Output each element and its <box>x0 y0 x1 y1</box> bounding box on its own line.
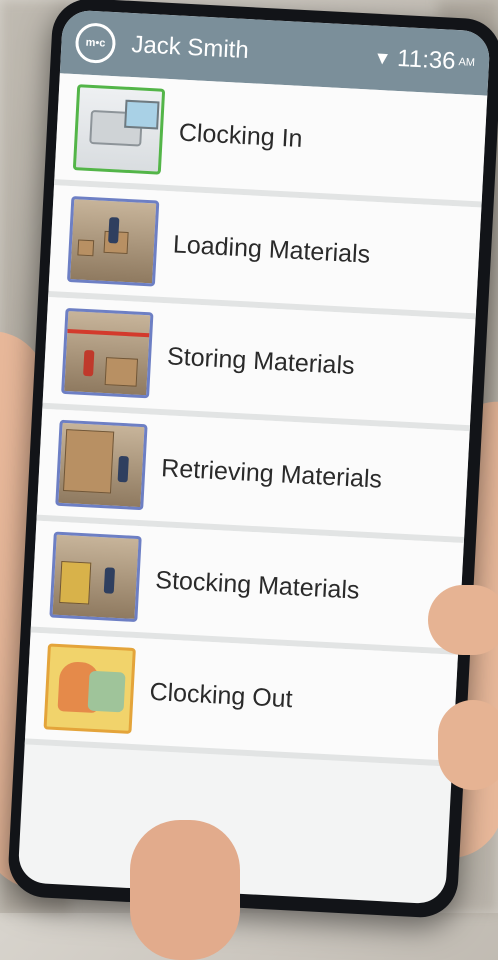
phone: m•c Jack Smith ▼ 11:36 AM Clocking In Lo… <box>6 0 498 920</box>
clock-time: 11:36 <box>396 44 457 75</box>
app-logo-icon[interactable]: m•c <box>74 22 117 65</box>
menu-item-stocking-materials[interactable]: Stocking Materials <box>30 520 464 655</box>
shelf-graphic <box>67 329 150 338</box>
user-name: Jack Smith <box>130 30 250 65</box>
wifi-icon: ▼ <box>373 47 392 69</box>
retrieving-materials-thumbnail <box>55 419 148 511</box>
box-graphic <box>63 429 115 494</box>
phone-screen: m•c Jack Smith ▼ 11:36 AM Clocking In Lo… <box>17 9 491 905</box>
clocking-in-thumbnail <box>72 84 166 175</box>
storing-materials-thumbnail <box>61 307 154 399</box>
bag-graphic <box>87 670 126 713</box>
menu-item-label: Clocking In <box>178 118 304 153</box>
menu-item-storing-materials[interactable]: Storing Materials <box>42 296 476 432</box>
menu-item-loading-materials[interactable]: Loading Materials <box>48 185 482 320</box>
menu-item-clocking-in[interactable]: Clocking In <box>54 73 488 208</box>
worker-graphic <box>117 455 129 483</box>
clock-ampm: AM <box>458 56 476 69</box>
box-graphic <box>59 561 92 605</box>
menu-item-label: Storing Materials <box>166 341 356 380</box>
clocking-out-thumbnail <box>43 643 136 734</box>
menu-item-label: Retrieving Materials <box>160 453 383 494</box>
menu-item-label: Stocking Materials <box>154 565 361 605</box>
thumb <box>130 820 240 960</box>
worker-graphic <box>108 217 120 244</box>
menu-item-retrieving-materials[interactable]: Retrieving Materials <box>36 408 470 544</box>
stocking-materials-thumbnail <box>49 531 142 623</box>
menu-item-clocking-out[interactable]: Clocking Out <box>24 632 458 767</box>
loading-materials-thumbnail <box>66 196 160 287</box>
task-menu: Clocking In Loading Materials Storing Ma… <box>24 73 488 767</box>
menu-item-label: Clocking Out <box>148 677 294 713</box>
box-graphic <box>77 239 95 257</box>
right-finger <box>438 700 498 790</box>
menu-item-label: Loading Materials <box>172 229 371 269</box>
worker-graphic <box>103 567 116 594</box>
right-finger <box>428 585 498 655</box>
time-clock-screen <box>124 99 160 130</box>
box-graphic <box>104 357 139 387</box>
worker-graphic <box>83 349 95 377</box>
